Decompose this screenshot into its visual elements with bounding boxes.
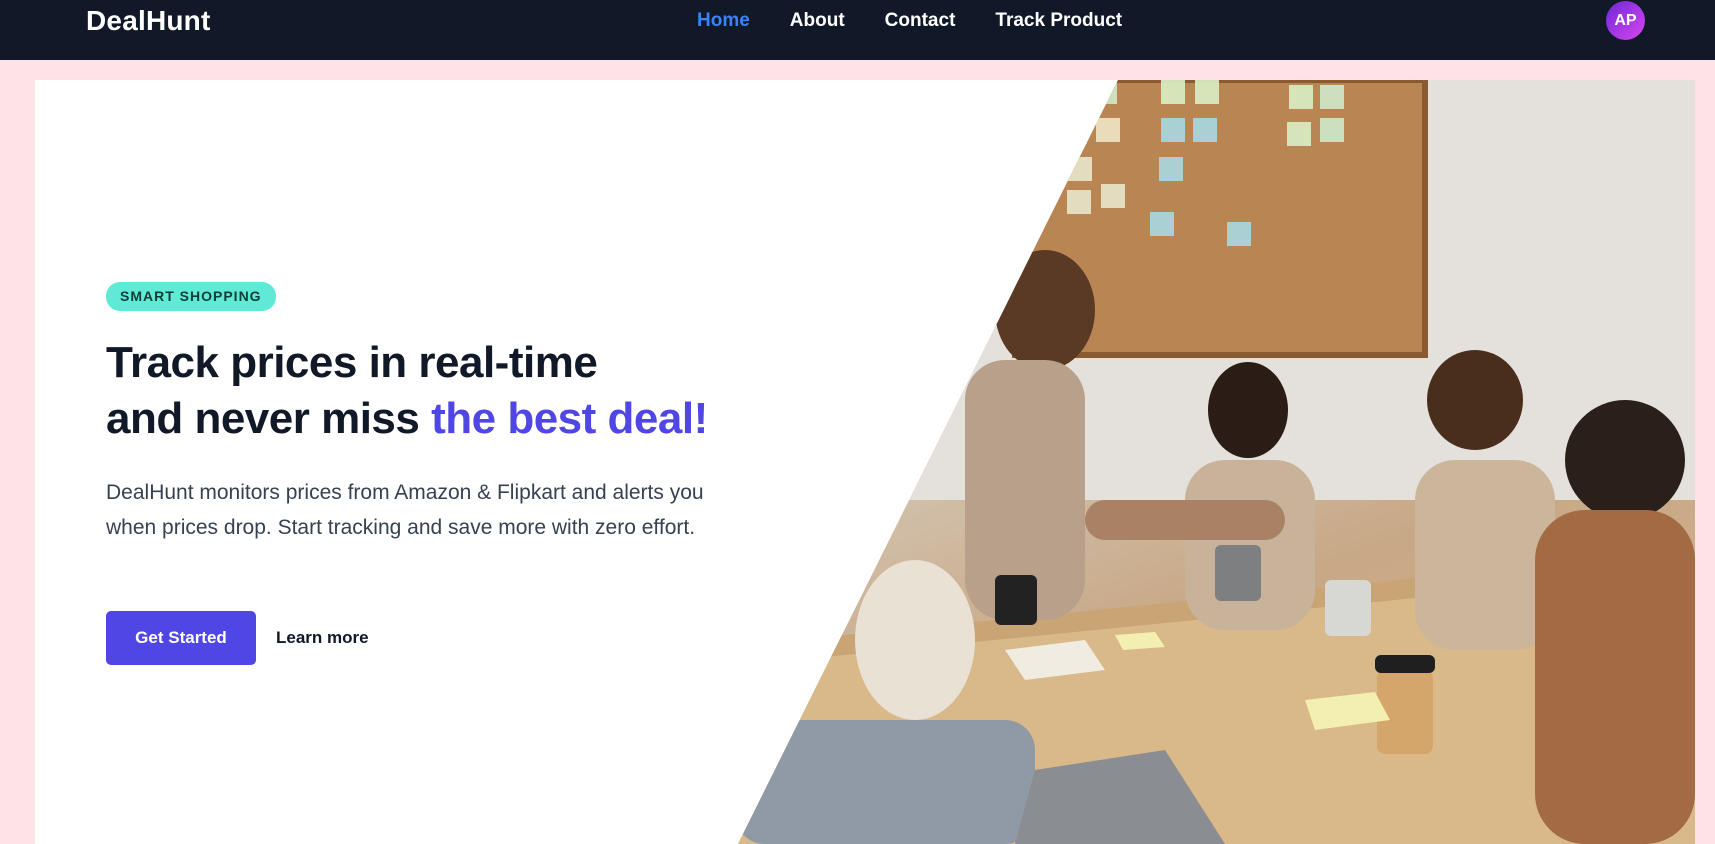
team-meeting-illustration — [738, 80, 1695, 844]
nav-link-about[interactable]: About — [790, 10, 845, 32]
headline-line-2: and never miss — [106, 394, 432, 443]
navbar: DealHunt Home About Contact Track Produc… — [0, 0, 1715, 60]
smart-shopping-badge: SMART SHOPPING — [106, 282, 276, 311]
nav-link-contact[interactable]: Contact — [885, 10, 956, 32]
brand-logo[interactable]: DealHunt — [86, 5, 211, 37]
main-nav: Home About Contact Track Product — [697, 10, 1122, 32]
user-avatar[interactable]: AP — [1606, 1, 1645, 40]
nav-link-track-product[interactable]: Track Product — [995, 10, 1122, 32]
hero-headline: Track prices in real-time and never miss… — [106, 335, 708, 447]
nav-link-home[interactable]: Home — [697, 10, 750, 32]
hero-image — [738, 80, 1695, 844]
learn-more-link[interactable]: Learn more — [276, 628, 369, 648]
get-started-button[interactable]: Get Started — [106, 611, 256, 665]
headline-accent: the best deal! — [431, 394, 708, 443]
headline-line-1: Track prices in real-time — [106, 338, 598, 387]
hero-description: DealHunt monitors prices from Amazon & F… — [106, 481, 704, 539]
hero-section: SMART SHOPPING Track prices in real-time… — [35, 80, 1695, 844]
